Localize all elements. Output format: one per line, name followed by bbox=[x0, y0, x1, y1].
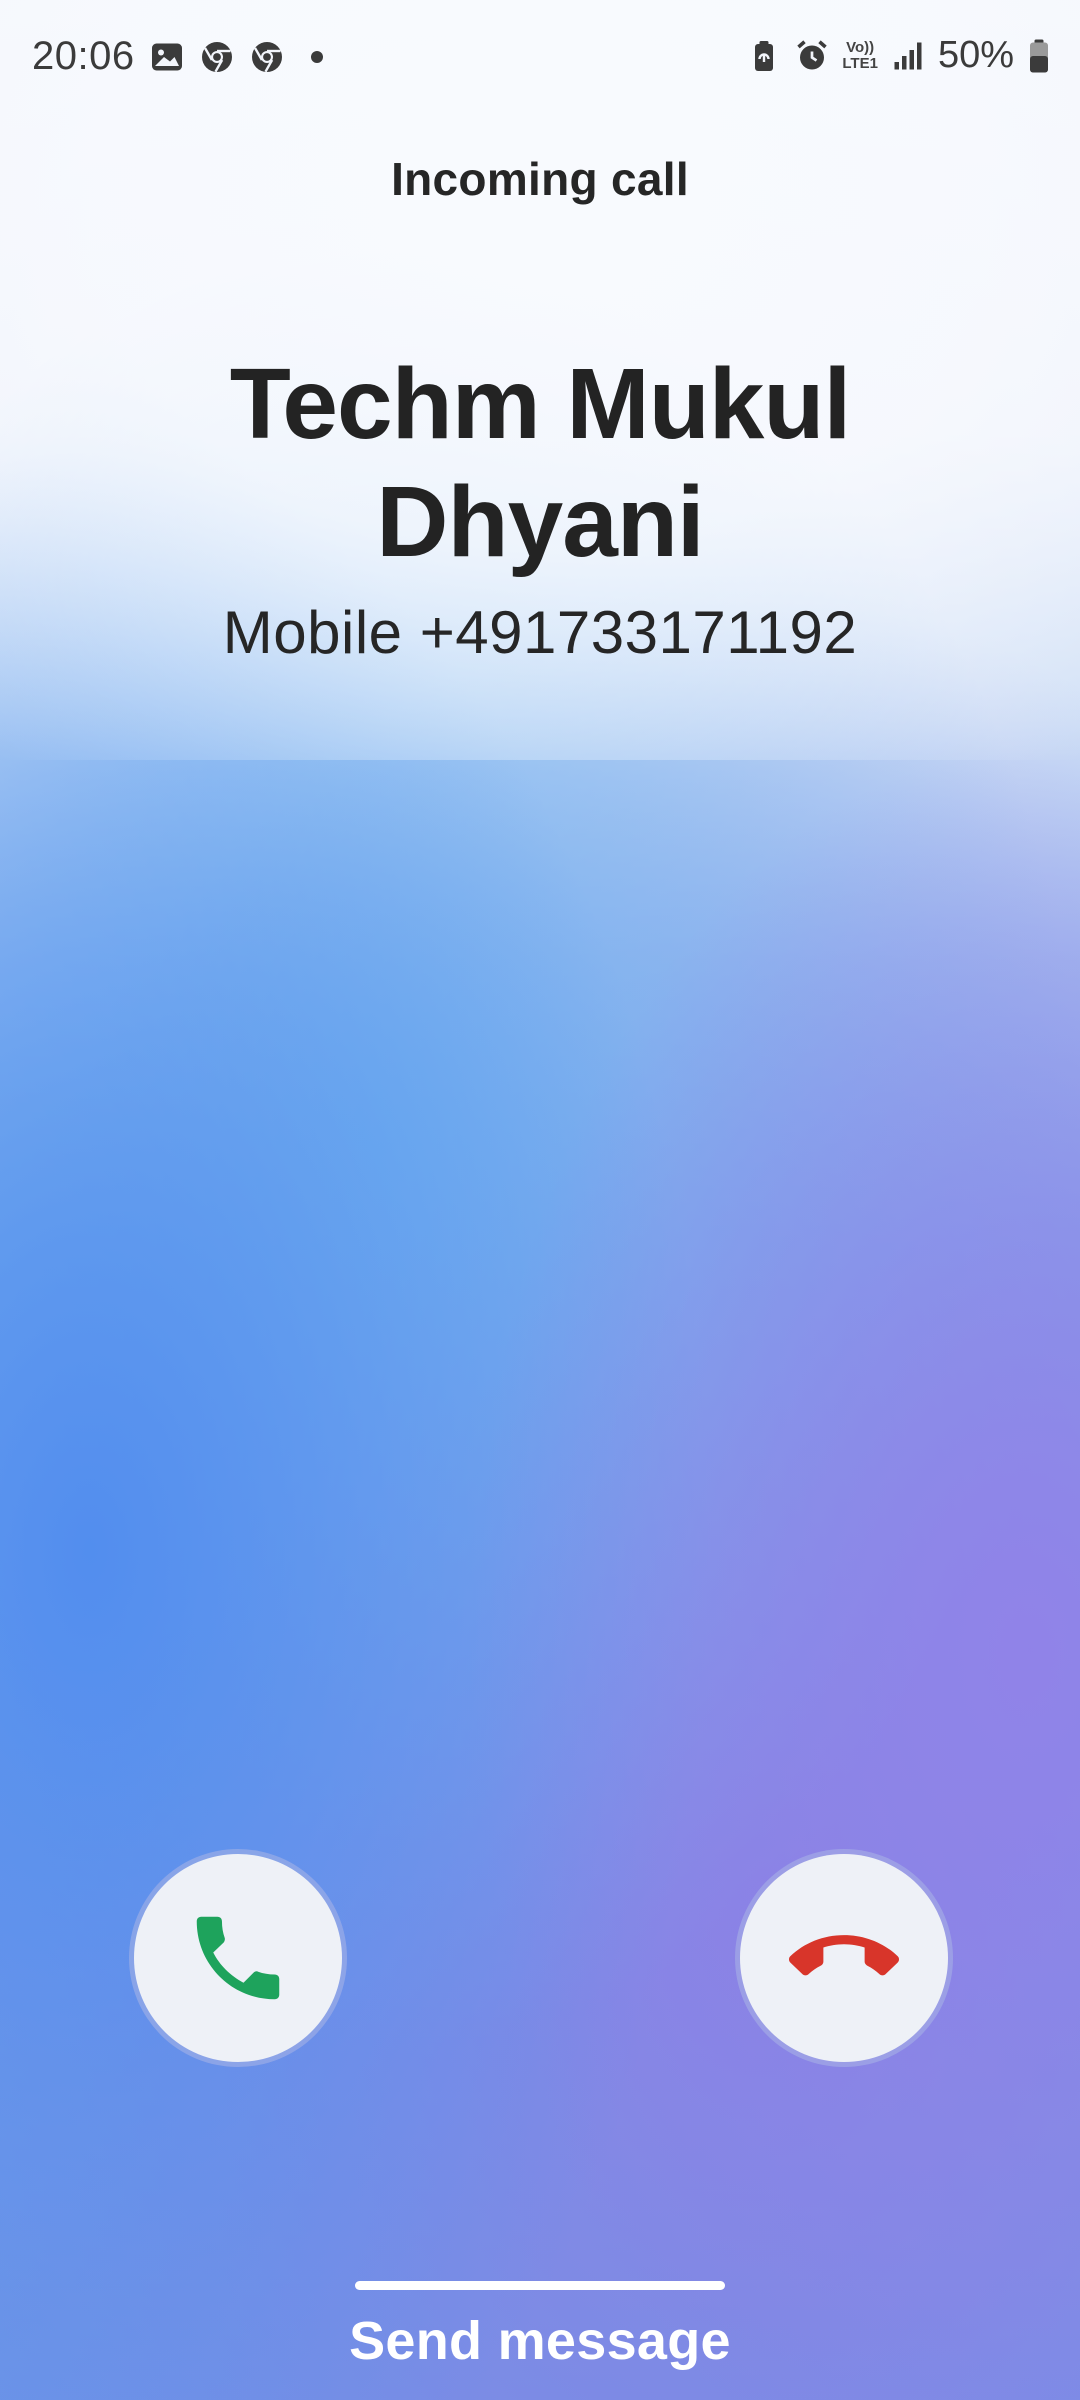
phone-decline-icon bbox=[789, 1903, 899, 2013]
battery-saver-icon bbox=[746, 38, 782, 74]
status-time: 20:06 bbox=[32, 34, 135, 78]
chrome-icon bbox=[199, 39, 235, 75]
chrome-icon bbox=[249, 39, 285, 75]
volte-label: Vo)) bbox=[846, 38, 875, 56]
incoming-call-screen: 20:06 Vo)) LTE1 50% Incoming call Techm … bbox=[0, 0, 1080, 2400]
status-left: 20:06 bbox=[32, 34, 335, 79]
send-message-button[interactable]: Send message bbox=[0, 2310, 1080, 2372]
phone-accept-icon bbox=[183, 1903, 293, 2013]
swipe-up-handle[interactable] bbox=[355, 2281, 725, 2290]
battery-percent: 50% bbox=[937, 34, 1014, 76]
caller-name: Techm Mukul Dhyani bbox=[229, 348, 852, 578]
volte-lte-icon: Vo)) LTE1 bbox=[842, 38, 878, 72]
decline-call-button[interactable] bbox=[740, 1854, 948, 2062]
gallery-icon bbox=[149, 39, 185, 75]
call-status-label: Incoming call bbox=[391, 153, 689, 205]
dot-icon bbox=[299, 39, 335, 75]
lte-label: LTE1 bbox=[842, 54, 878, 72]
status-right: Vo)) LTE1 50% bbox=[746, 34, 1052, 77]
battery-icon bbox=[1026, 38, 1052, 74]
alarm-icon bbox=[794, 38, 830, 74]
signal-icon bbox=[890, 38, 926, 74]
accept-call-button[interactable] bbox=[134, 1854, 342, 2062]
caller-number: Mobile +491733171192 bbox=[222, 599, 858, 666]
status-bar: 20:06 Vo)) LTE1 50% bbox=[0, 0, 1080, 120]
